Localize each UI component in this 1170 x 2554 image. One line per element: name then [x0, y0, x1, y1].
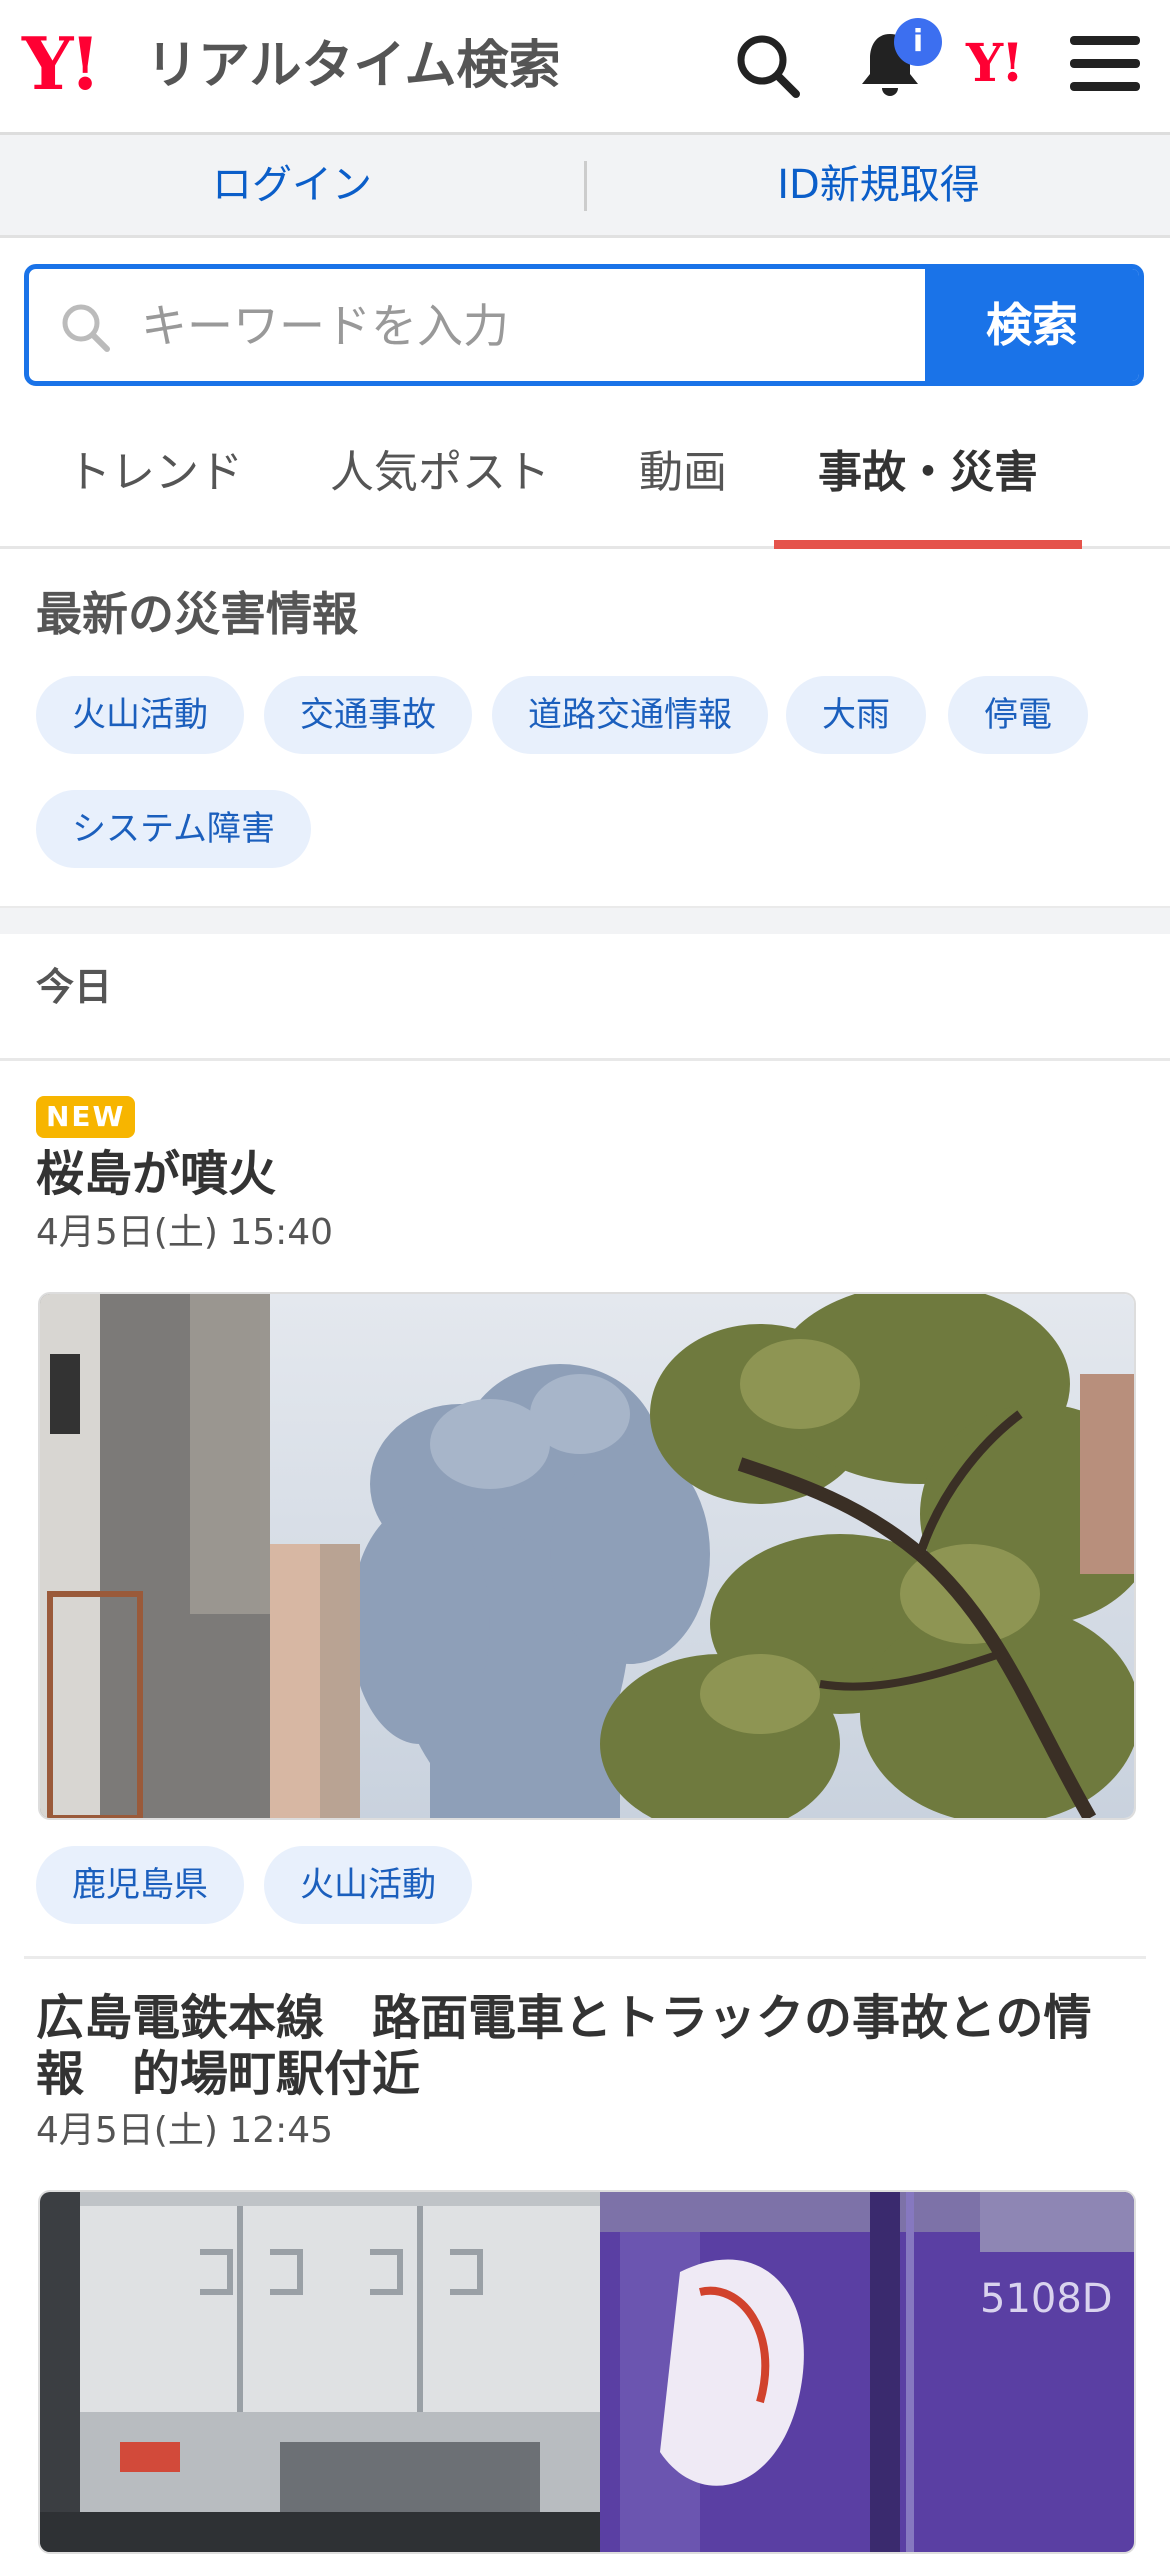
chip-heavy-rain[interactable]: 大雨 [786, 676, 926, 754]
section-title: 最新の災害情報 [36, 587, 358, 641]
menu-bar [1070, 59, 1140, 68]
login-link[interactable]: ログイン [0, 135, 584, 235]
notification-badge[interactable]: i [894, 18, 942, 66]
app-header: Y! リアルタイム検索 i Y! [0, 0, 1170, 135]
article-date: 4月5日(土) 15:40 [36, 1212, 334, 1253]
category-tabs: トレンド 人気ポスト 動画 事故・災害 [0, 400, 1170, 549]
article-image-volcano[interactable] [38, 1292, 1136, 1820]
tram-photo: 5108D [40, 2192, 1134, 2552]
tab-trend[interactable]: トレンド [40, 400, 270, 546]
divider [0, 1058, 1170, 1061]
article-date: 4月5日(土) 12:45 [36, 2110, 334, 2151]
search-form: 検索 [24, 264, 1144, 386]
chip-power-outage[interactable]: 停電 [948, 676, 1088, 754]
signup-link[interactable]: ID新規取得 [587, 135, 1170, 235]
section-separator [0, 906, 1170, 934]
service-title[interactable]: リアルタイム検索 [146, 36, 560, 96]
yahoo-logo[interactable]: Y! [22, 26, 101, 102]
yahoo-mark-icon[interactable]: Y! [966, 34, 1024, 94]
chip-system-failure[interactable]: システム障害 [36, 790, 311, 868]
volcano-photo [40, 1294, 1134, 1818]
article-title[interactable]: 広島電鉄本線 路面電車とトラックの事故との情報 的場町駅付近 [36, 1990, 1136, 2102]
tab-video[interactable]: 動画 [616, 400, 750, 546]
menu-icon[interactable] [1070, 36, 1140, 96]
chip-volcano[interactable]: 火山活動 [36, 676, 244, 754]
search-button[interactable]: 検索 [925, 269, 1139, 381]
search-input[interactable] [139, 289, 943, 363]
tab-accident-disaster[interactable]: 事故・災害 [774, 400, 1082, 549]
magnifier-icon [59, 301, 113, 355]
account-bar: ログイン ID新規取得 [0, 135, 1170, 238]
search-icon[interactable] [732, 30, 804, 102]
tab-popular-posts[interactable]: 人気ポスト [320, 400, 560, 546]
chip-road-traffic[interactable]: 道路交通情報 [492, 676, 768, 754]
article-title[interactable]: 桜島が噴火 [36, 1146, 1136, 1202]
svg-text:5108D: 5108D [980, 2276, 1113, 2322]
menu-bar [1070, 82, 1140, 91]
menu-bar [1070, 36, 1140, 45]
tag-kagoshima[interactable]: 鹿児島県 [36, 1846, 244, 1924]
tag-volcano[interactable]: 火山活動 [264, 1846, 472, 1924]
date-section-label: 今日 [36, 965, 113, 1009]
article-image-tram-accident[interactable]: 5108D [38, 2190, 1136, 2554]
divider [24, 1956, 1146, 1959]
chip-traffic-accident[interactable]: 交通事故 [264, 676, 472, 754]
new-badge: NEW [36, 1096, 136, 1138]
